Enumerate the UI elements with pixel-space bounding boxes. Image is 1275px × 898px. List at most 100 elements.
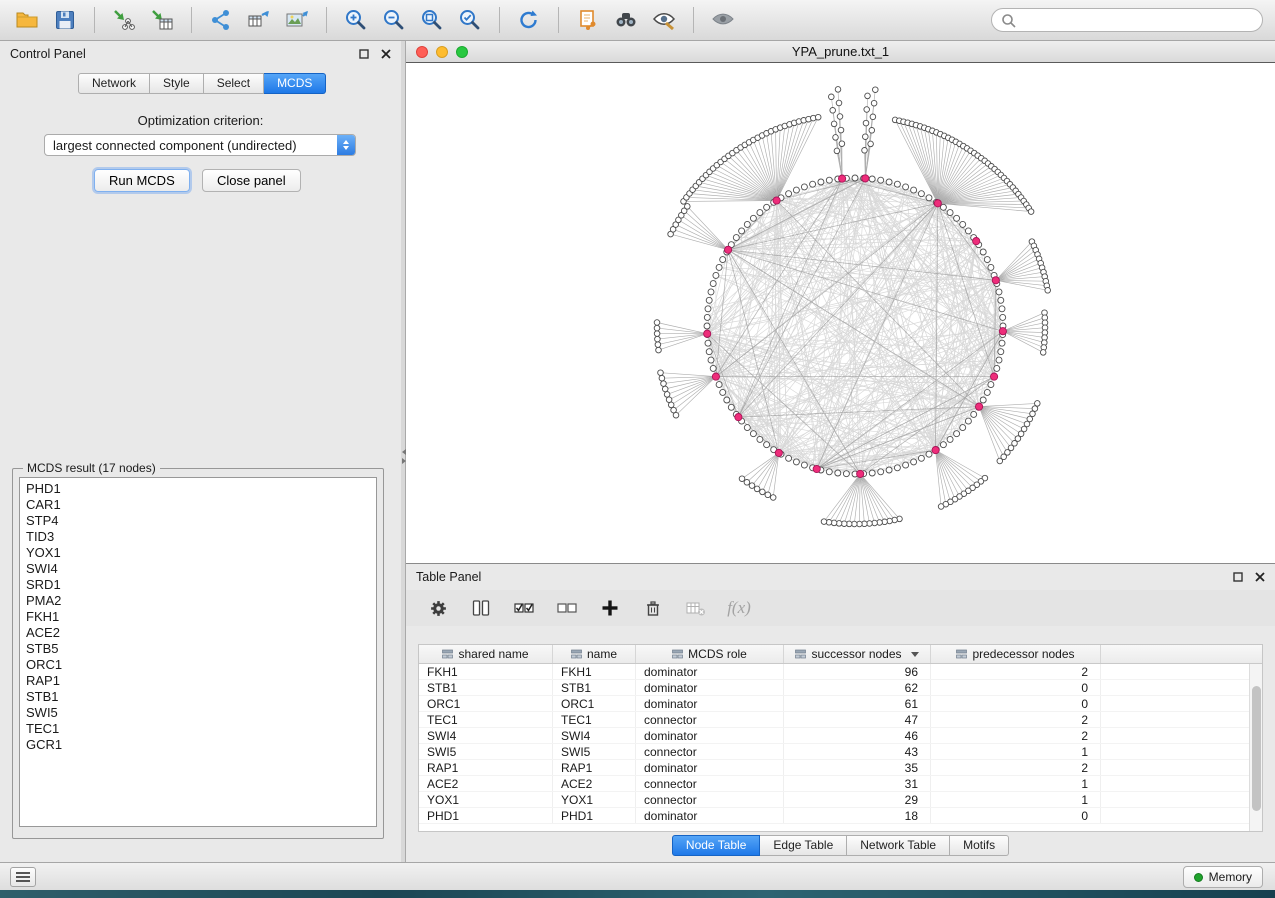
column-label: successor nodes xyxy=(811,647,901,661)
mcds-result-item[interactable]: CAR1 xyxy=(26,497,376,513)
tab-edge-table[interactable]: Edge Table xyxy=(760,835,847,856)
mcds-result-item[interactable]: PHD1 xyxy=(26,481,376,497)
mcds-result-item[interactable]: TID3 xyxy=(26,529,376,545)
float-window-icon[interactable] xyxy=(359,49,369,59)
show-columns-button[interactable] xyxy=(469,596,493,620)
zoom-in-button[interactable] xyxy=(341,5,371,35)
tab-network[interactable]: Network xyxy=(78,73,150,94)
refresh-view-button[interactable] xyxy=(514,5,544,35)
clone-network-button[interactable] xyxy=(573,5,603,35)
table-row[interactable]: SWI5 SWI5 connector 43 1 xyxy=(419,744,1262,760)
function-builder-button[interactable]: f(x) xyxy=(727,596,751,620)
search-icon xyxy=(1001,13,1016,28)
mcds-result-item[interactable]: STP4 xyxy=(26,513,376,529)
table-row[interactable]: TEC1 TEC1 connector 47 2 xyxy=(419,712,1262,728)
tab-network-table[interactable]: Network Table xyxy=(847,835,950,856)
zoom-out-button[interactable] xyxy=(379,5,409,35)
table-row[interactable]: FKH1 FKH1 dominator 96 2 xyxy=(419,664,1262,680)
network-window-title: YPA_prune.txt_1 xyxy=(792,44,889,59)
zoom-fit-button[interactable] xyxy=(417,5,447,35)
float-window-icon[interactable] xyxy=(1233,572,1243,582)
table-row[interactable]: PHD1 PHD1 dominator 18 0 xyxy=(419,808,1262,824)
select-all-button[interactable] xyxy=(512,596,536,620)
zoom-selected-button[interactable] xyxy=(455,5,485,35)
column-header-name[interactable]: name xyxy=(553,645,636,663)
mcds-result-item[interactable]: TEC1 xyxy=(26,721,376,737)
table-row[interactable]: YOX1 YOX1 connector 29 1 xyxy=(419,792,1262,808)
tab-mcds[interactable]: MCDS xyxy=(264,73,326,94)
close-window-icon[interactable] xyxy=(416,46,428,58)
delete-row-button[interactable] xyxy=(641,596,665,620)
export-image-button[interactable] xyxy=(282,5,312,35)
mcds-result-item[interactable]: SWI4 xyxy=(26,561,376,577)
export-table-button[interactable] xyxy=(244,5,274,35)
column-header-predecessor-nodes[interactable]: predecessor nodes xyxy=(931,645,1101,663)
export-network-button[interactable] xyxy=(206,5,236,35)
column-header-successor-nodes[interactable]: successor nodes xyxy=(784,645,931,663)
tab-node-table[interactable]: Node Table xyxy=(672,835,761,856)
network-canvas[interactable] xyxy=(406,63,1275,563)
table-row[interactable]: ACE2 ACE2 connector 31 1 xyxy=(419,776,1262,792)
search-input[interactable] xyxy=(1022,12,1253,28)
tab-motifs[interactable]: Motifs xyxy=(950,835,1009,856)
search-objects-button[interactable] xyxy=(611,5,641,35)
network-window-titlebar[interactable]: YPA_prune.txt_1 xyxy=(406,41,1275,63)
mcds-result-item[interactable]: STB1 xyxy=(26,689,376,705)
table-scrollbar-thumb[interactable] xyxy=(1252,686,1261,811)
search-box[interactable] xyxy=(991,8,1263,32)
cell-predecessor-nodes: 0 xyxy=(931,680,1101,695)
sort-chevron-icon[interactable] xyxy=(911,652,919,657)
status-menu-button[interactable] xyxy=(10,867,36,887)
mcds-result-list[interactable]: PHD1CAR1STP4TID3YOX1SWI4SRD1PMA2FKH1ACE2… xyxy=(19,477,377,827)
tab-select[interactable]: Select xyxy=(204,73,264,94)
table-row[interactable]: STB1 STB1 dominator 62 0 xyxy=(419,680,1262,696)
deselect-all-button[interactable] xyxy=(555,596,579,620)
save-session-button[interactable] xyxy=(50,5,80,35)
memory-button[interactable]: Memory xyxy=(1183,866,1263,888)
cell-name: TEC1 xyxy=(553,712,636,727)
table-row[interactable]: SWI4 SWI4 dominator 46 2 xyxy=(419,728,1262,744)
run-mcds-button[interactable]: Run MCDS xyxy=(94,169,190,192)
column-header-mcds-role[interactable]: MCDS role xyxy=(636,645,784,663)
table-tabs: Node Table Edge Table Network Table Moti… xyxy=(406,835,1275,856)
toolbar-separator xyxy=(191,7,192,33)
cell-filler xyxy=(1101,744,1262,759)
table-panel-title: Table Panel xyxy=(416,570,481,584)
close-panel-icon[interactable] xyxy=(381,49,391,59)
column-header-shared-name[interactable]: shared name xyxy=(419,645,553,663)
minimize-window-icon[interactable] xyxy=(436,46,448,58)
mcds-result-item[interactable]: FKH1 xyxy=(26,609,376,625)
binoculars-icon xyxy=(614,8,638,32)
maximize-window-icon[interactable] xyxy=(456,46,468,58)
column-type-icon xyxy=(672,649,683,660)
import-table-button[interactable] xyxy=(147,5,177,35)
table-scrollbar[interactable] xyxy=(1249,664,1262,831)
mcds-result-item[interactable]: ACE2 xyxy=(26,625,376,641)
add-row-button[interactable] xyxy=(598,596,622,620)
desktop-wallpaper-strip xyxy=(0,890,1275,898)
open-session-button[interactable] xyxy=(12,5,42,35)
cell-predecessor-nodes: 1 xyxy=(931,776,1101,791)
column-label: shared name xyxy=(458,647,528,661)
mcds-result-item[interactable]: ORC1 xyxy=(26,657,376,673)
mcds-result-item[interactable]: RAP1 xyxy=(26,673,376,689)
mcds-result-item[interactable]: SRD1 xyxy=(26,577,376,593)
table-row[interactable]: ORC1 ORC1 dominator 61 0 xyxy=(419,696,1262,712)
mcds-result-item[interactable]: YOX1 xyxy=(26,545,376,561)
mcds-result-item[interactable]: STB5 xyxy=(26,641,376,657)
table-settings-button[interactable] xyxy=(426,596,450,620)
mcds-result-item[interactable]: GCR1 xyxy=(26,737,376,753)
mcds-result-item[interactable]: PMA2 xyxy=(26,593,376,609)
import-network-button[interactable] xyxy=(109,5,139,35)
control-panel-title: Control Panel xyxy=(10,47,86,61)
show-hide-button[interactable] xyxy=(708,5,738,35)
close-panel-icon[interactable] xyxy=(1255,572,1265,582)
tab-style[interactable]: Style xyxy=(150,73,204,94)
table-row[interactable]: RAP1 RAP1 dominator 35 2 xyxy=(419,760,1262,776)
cell-filler xyxy=(1101,680,1262,695)
node-table-body: FKH1 FKH1 dominator 96 2 STB1 STB1 domin… xyxy=(419,664,1262,824)
criterion-dropdown[interactable]: largest connected component (undirected) xyxy=(44,134,356,156)
close-panel-button[interactable]: Close panel xyxy=(202,169,301,192)
filter-edit-button[interactable] xyxy=(649,5,679,35)
mcds-result-item[interactable]: SWI5 xyxy=(26,705,376,721)
